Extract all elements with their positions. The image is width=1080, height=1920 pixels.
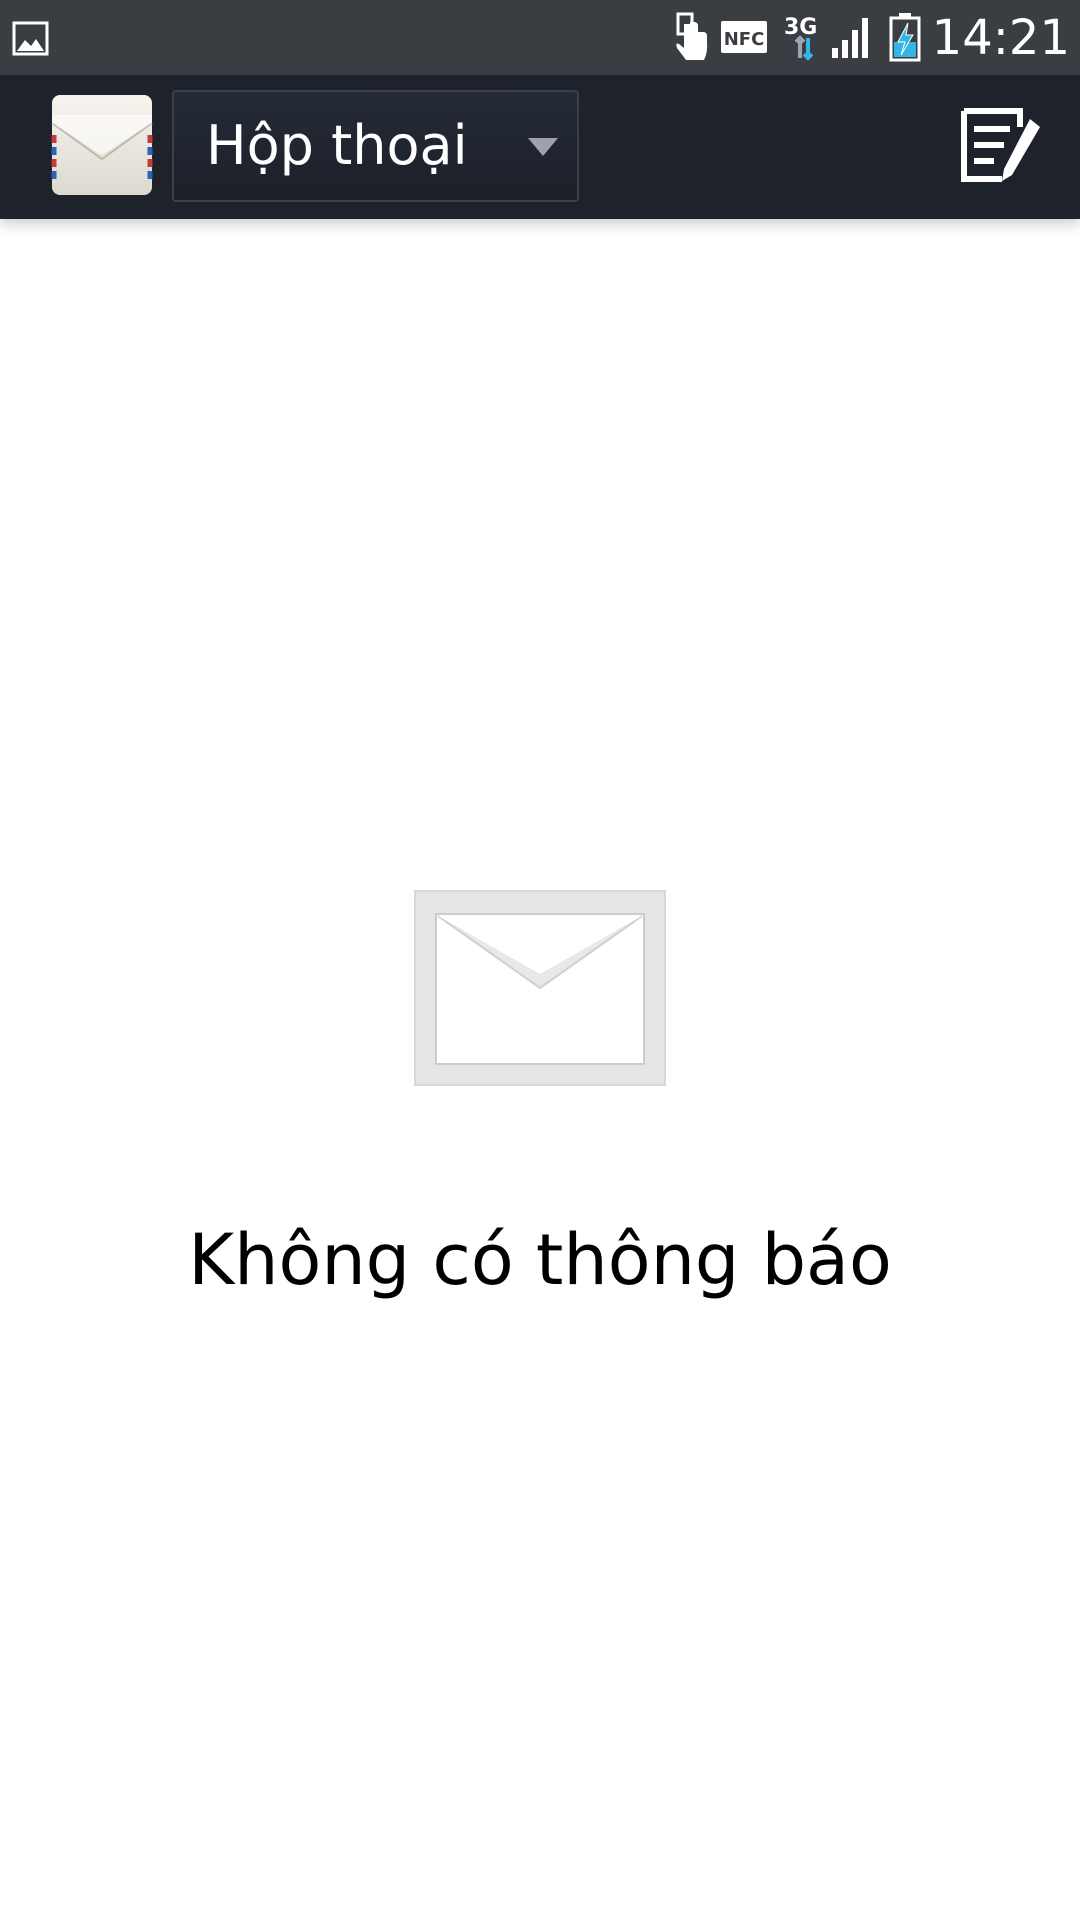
envelope-app-icon[interactable]	[50, 93, 154, 197]
battery-charging-icon	[889, 13, 921, 62]
status-clock: 14:21	[931, 10, 1070, 66]
spinner-label: Hộp thoại	[206, 114, 468, 177]
folder-spinner[interactable]: Hộp thoại	[172, 90, 579, 202]
nfc-label: NFC	[724, 29, 765, 50]
action-bar: Hộp thoại	[0, 75, 1080, 219]
image-notification-icon	[12, 21, 49, 56]
empty-state-message: Không có thông báo	[188, 1219, 892, 1301]
signal-icon	[832, 18, 868, 58]
network-3g-icon: 3G	[784, 15, 817, 61]
status-bar: NFC 3G 14:21	[0, 0, 1080, 75]
envelope-placeholder-icon	[414, 890, 666, 1086]
touch-icon	[676, 12, 708, 60]
chevron-down-icon	[528, 138, 558, 156]
compose-icon[interactable]	[958, 105, 1042, 189]
nfc-icon: NFC	[721, 21, 767, 53]
